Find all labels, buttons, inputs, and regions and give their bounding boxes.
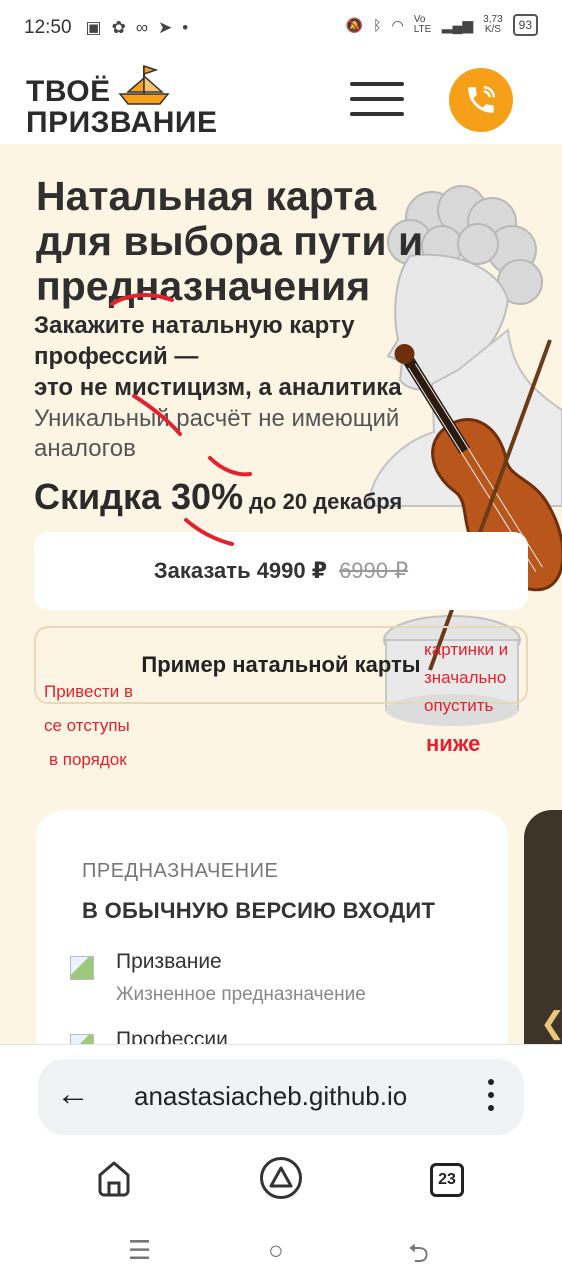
menu-dot [488, 1079, 494, 1085]
wifi-icon: ◠ [391, 16, 404, 33]
annotation-right-line-2: значально [424, 668, 507, 687]
telegram-icon: ➤ [157, 18, 173, 37]
card-title: В ОБЫЧНУЮ ВЕРСИЮ ВХОДИТ [82, 898, 436, 923]
app-w-icon: ▣ [85, 18, 102, 37]
purpose-card: ПРЕДНАЗНАЧЕНИЕ В ОБЫЧНУЮ ВЕРСИЮ ВХОДИТ П… [36, 810, 508, 1044]
hero-section: Натальная карта для выбора пути и предна… [0, 144, 562, 1044]
assistant-triangle [269, 1166, 293, 1188]
broken-image-icon [70, 1034, 94, 1044]
system-back-icon[interactable]: ⮌ [408, 1235, 429, 1279]
mute-icon: 🔕 [345, 16, 364, 33]
app-cluster-icon: ✿ [111, 18, 126, 37]
menu-dot [488, 1092, 494, 1098]
assistant-icon[interactable] [260, 1157, 302, 1199]
browser-bottom-bar: ← anastasiacheb.github.io 23 ☰ ○ ⮌ [0, 1044, 562, 1280]
bluetooth-icon: ᛒ [373, 17, 382, 33]
annotation-right-line-3: опустить [424, 696, 494, 715]
arrow-left-icon: ❮ [540, 1006, 562, 1041]
menu-dot [488, 1105, 494, 1111]
next-card-panel[interactable]: ❮ [524, 810, 562, 1044]
status-time: 12:50 [24, 17, 72, 38]
battery-indicator: 93 [512, 14, 538, 36]
back-arrow-icon[interactable]: ← [56, 1075, 90, 1114]
site-header: ТВОЁ ПРИЗВАНИЕ [0, 56, 562, 144]
tabs-counter-button[interactable]: 23 [430, 1163, 464, 1197]
call-button[interactable] [449, 68, 513, 132]
card-kicker: ПРЕДНАЗНАЧЕНИЕ [82, 860, 279, 882]
home-icon[interactable] [94, 1157, 134, 1197]
network-speed-unit: K/S [484, 24, 501, 35]
annotation-left-line-2: се отступы [44, 716, 130, 735]
hamburger-line [350, 82, 404, 86]
annotation-left-line-1: Привести в [44, 682, 134, 701]
network-speed: 3,73 K/S [483, 15, 502, 35]
hamburger-line [350, 112, 404, 116]
annotation-left: Привести в се отступы в порядок [44, 682, 133, 770]
status-bar: 12:50 ▣ ✿ ∞ ➤ • 🔕 ᛒ ◠ Vo LTE ▂▄▆ 3,73 K/… [0, 0, 562, 56]
hamburger-menu-button[interactable] [350, 82, 404, 118]
annotation-right-line-1: картинки и [424, 640, 509, 659]
status-right: 🔕 ᛒ ◠ Vo LTE ▂▄▆ 3,73 K/S 93 [346, 14, 538, 36]
hamburger-line [350, 97, 404, 101]
annotation-right-line-4: ниже [426, 731, 481, 756]
annotation-left-line-3: в порядок [49, 750, 127, 769]
url-text[interactable]: anastasiacheb.github.io [134, 1081, 407, 1112]
boat-logo-icon [118, 64, 170, 105]
signal-icon: ▂▄▆ [441, 16, 474, 33]
card-item-desc: Жизненное предназначение [116, 984, 366, 1005]
annotation-right: картинки и значально опустить ниже [424, 640, 509, 756]
broken-image-icon [70, 956, 94, 980]
system-home-icon[interactable]: ○ [268, 1235, 284, 1266]
address-bar[interactable]: ← anastasiacheb.github.io [38, 1059, 524, 1135]
app-go-icon: ∞ [135, 18, 148, 37]
network-type: Vo LTE [413, 14, 432, 35]
more-notifications-icon: • [182, 18, 189, 37]
recent-apps-icon[interactable]: ☰ [128, 1235, 151, 1266]
card-item-name: Призвание [116, 950, 222, 973]
card-item-name: Профессии [116, 1028, 228, 1044]
phone-icon [468, 85, 496, 113]
logo-line-2: ПРИЗВАНИЕ [26, 106, 218, 139]
more-menu-icon[interactable] [488, 1079, 496, 1118]
